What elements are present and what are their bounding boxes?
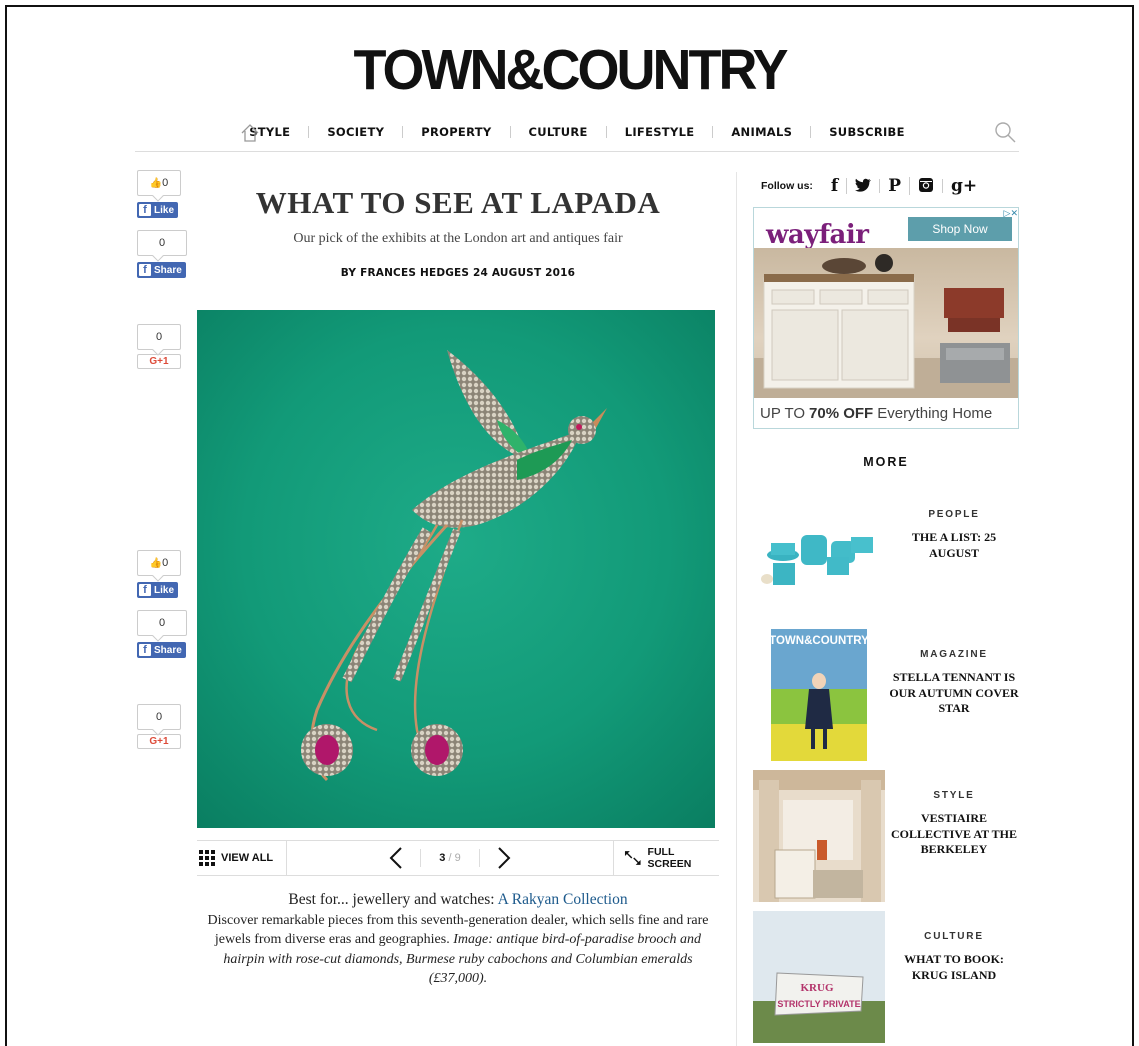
social-share-top: 👍 0 f Like 0 f Share 0 G+1 xyxy=(137,170,187,369)
facebook-icon[interactable]: f xyxy=(823,178,846,195)
gallery-image[interactable] xyxy=(197,310,715,828)
gplus-count-box: 0 xyxy=(137,704,181,730)
gplus-button[interactable]: G+1 xyxy=(137,354,181,369)
more-card[interactable]: TOWN&COUNTRY MAGAZINE STELLA TENNANT IS … xyxy=(753,629,1019,761)
krug-sign-text: KRUG xyxy=(801,982,834,994)
magazine-masthead: TOWN&COUNTRY xyxy=(771,635,867,647)
article-subtitle: Our pick of the exhibits at the London a… xyxy=(293,231,623,246)
nav-item-subscribe[interactable]: SUBSCRIBE xyxy=(811,126,923,138)
thumbs-up-icon: 👍 xyxy=(149,177,163,189)
card-text: STYLE VESTIAIRE COLLECTIVE AT THE BERKEL… xyxy=(889,790,1019,858)
nav-item-lifestyle[interactable]: LIFESTYLE xyxy=(607,125,714,138)
more-card[interactable]: KRUG STRICTLY PRIVATE CULTURE WHAT TO BO… xyxy=(753,911,1019,1043)
facebook-like-button[interactable]: f Like xyxy=(137,202,179,218)
facebook-share-button[interactable]: f Share xyxy=(137,642,186,658)
card-category: PEOPLE xyxy=(928,509,980,520)
social-share-bottom: 👍 0 f Like 0 f Share 0 G+1 xyxy=(137,550,187,749)
card-category: CULTURE xyxy=(924,931,984,942)
share-count-box: 0 xyxy=(137,610,187,636)
like-count-box: 👍 0 xyxy=(137,170,181,196)
more-heading: MORE xyxy=(863,455,909,469)
strictly-private-sign-text: STRICTLY PRIVATE xyxy=(777,999,860,1009)
more-card[interactable]: PEOPLE THE A LIST: 25 AUGUST xyxy=(753,497,1019,629)
gallery-pager: 3 / 9 xyxy=(287,846,613,870)
facebook-icon: f xyxy=(139,264,151,276)
dealer-link[interactable]: A Rakyan Collection xyxy=(498,891,628,908)
search-icon[interactable] xyxy=(993,120,1017,144)
gallery-toolbar: VIEW ALL 3 / 9 FULL SCREEN xyxy=(197,840,719,876)
wayfair-logo: wayfair xyxy=(766,220,869,250)
page: TOWN&COUNTRY STYLE SOCIETY PROPERTY CULT… xyxy=(5,5,1134,1046)
ad-furniture-image xyxy=(754,248,1018,398)
thumbs-up-icon: 👍 xyxy=(149,557,163,569)
card-text: CULTURE WHAT TO BOOK: KRUG ISLAND xyxy=(889,931,1019,983)
card-category: STYLE xyxy=(933,790,975,801)
gallery-caption: Best for... jewellery and watches: A Rak… xyxy=(197,890,719,989)
card-headline[interactable]: STELLA TENNANT IS OUR AUTUMN COVER STAR xyxy=(889,670,1019,717)
article-title: WHAT TO SEE AT LAPADA xyxy=(255,185,661,220)
nav-item-society[interactable]: SOCIETY xyxy=(309,125,404,138)
card-thumbnail[interactable]: KRUG STRICTLY PRIVATE xyxy=(753,911,885,1043)
instagram-icon[interactable] xyxy=(909,177,942,195)
prev-arrow-icon[interactable] xyxy=(388,846,404,870)
card-thumbnail[interactable] xyxy=(753,770,885,902)
next-arrow-icon[interactable] xyxy=(496,846,512,870)
facebook-like-button[interactable]: f Like xyxy=(137,582,179,598)
gplus-button[interactable]: G+1 xyxy=(137,734,181,749)
card-headline[interactable]: VESTIAIRE COLLECTIVE AT THE BERKELEY xyxy=(889,811,1019,858)
facebook-share-button[interactable]: f Share xyxy=(137,262,186,278)
card-thumbnail[interactable] xyxy=(753,497,885,629)
card-category: MAGAZINE xyxy=(920,649,988,660)
shop-now-button[interactable]: Shop Now xyxy=(908,217,1012,241)
more-card[interactable]: STYLE VESTIAIRE COLLECTIVE AT THE BERKEL… xyxy=(753,770,1019,902)
article: WHAT TO SEE AT LAPADA Our pick of the ex… xyxy=(197,185,719,986)
column-divider xyxy=(736,172,737,1046)
card-headline[interactable]: WHAT TO BOOK: KRUG ISLAND xyxy=(889,952,1019,983)
card-text: MAGAZINE STELLA TENNANT IS OUR AUTUMN CO… xyxy=(889,649,1019,717)
follow-us: Follow us: f P g+ xyxy=(761,172,985,200)
gplus-count-box: 0 xyxy=(137,324,181,350)
caption-lead: Best for... jewellery and watches: A Rak… xyxy=(288,891,628,908)
view-all-button[interactable]: VIEW ALL xyxy=(197,841,287,875)
nav-list: STYLE SOCIETY PROPERTY CULTURE LIFESTYLE… xyxy=(231,125,923,138)
pinterest-icon[interactable]: P xyxy=(879,178,909,195)
grid-icon xyxy=(199,850,215,866)
twitter-icon[interactable] xyxy=(846,178,879,194)
facebook-icon: f xyxy=(139,204,151,216)
article-byline: BY FRANCES HEDGES 24 AUGUST 2016 xyxy=(340,267,576,279)
follow-label: Follow us: xyxy=(761,180,813,192)
ad-offer: UP TO 70% OFF Everything Home xyxy=(754,398,1018,428)
expand-icon xyxy=(624,851,641,865)
facebook-icon: f xyxy=(139,584,151,596)
google-plus-icon[interactable]: g+ xyxy=(942,178,985,195)
wayfair-ad[interactable]: wayfair Shop Now ▷✕ UP TO 70% OFF Everyt… xyxy=(753,207,1019,429)
like-count-box: 👍 0 xyxy=(137,550,181,576)
home-icon[interactable] xyxy=(239,122,261,144)
share-count-box: 0 xyxy=(137,230,187,256)
card-headline[interactable]: THE A LIST: 25 AUGUST xyxy=(889,530,1019,561)
nav-item-animals[interactable]: ANIMALS xyxy=(713,125,812,138)
card-thumbnail[interactable]: TOWN&COUNTRY xyxy=(771,629,867,761)
facebook-icon: f xyxy=(139,644,151,656)
site-logo[interactable]: TOWN&COUNTRY xyxy=(7,37,1132,102)
ad-choices-icon[interactable]: ▷✕ xyxy=(1004,208,1018,219)
nav-item-property[interactable]: PROPERTY xyxy=(403,125,511,138)
main-nav: STYLE SOCIETY PROPERTY CULTURE LIFESTYLE… xyxy=(135,112,1019,152)
card-text: PEOPLE THE A LIST: 25 AUGUST xyxy=(889,509,1019,561)
nav-item-culture[interactable]: CULTURE xyxy=(511,125,607,138)
bird-brooch-illustration xyxy=(301,350,607,782)
gallery-counter: 3 / 9 xyxy=(420,849,480,867)
full-screen-button[interactable]: FULL SCREEN xyxy=(613,841,719,875)
